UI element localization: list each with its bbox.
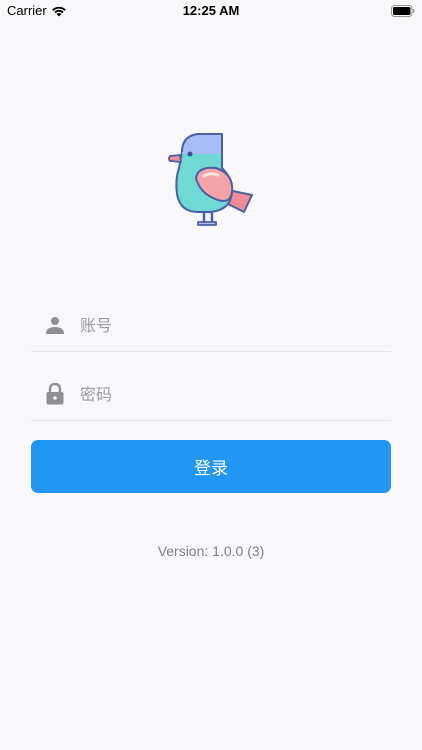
bird-logo-icon [168,133,253,226]
lock-icon [45,383,65,405]
password-input[interactable] [80,374,391,414]
login-button[interactable]: 登录 [31,440,391,493]
status-time: 12:25 AM [182,3,240,18]
password-field[interactable] [31,368,391,421]
version-label: Version: 1.0.0 (3) [157,543,265,559]
person-icon [45,314,65,336]
account-field[interactable] [31,299,391,352]
status-bar: Carrier 12:25 AM [0,0,422,22]
account-input[interactable] [80,305,391,345]
battery-icon [391,5,415,17]
